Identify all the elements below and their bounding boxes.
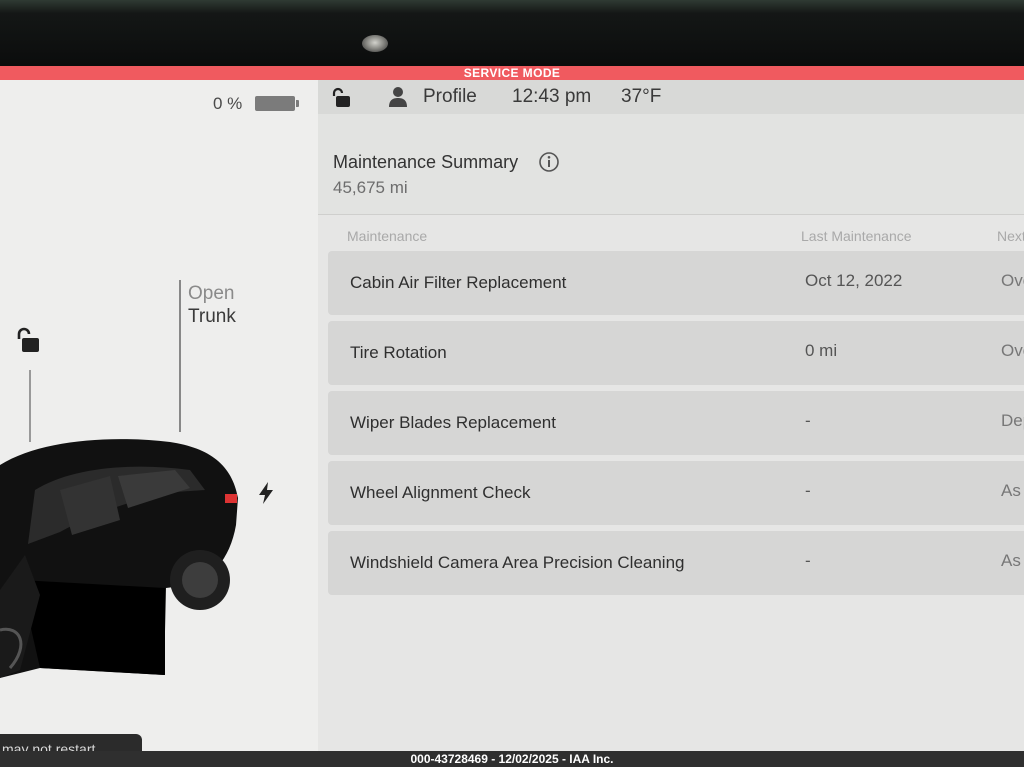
row-last-maintenance: - <box>805 551 811 570</box>
table-row[interactable]: Wheel Alignment Check - As needed <box>328 461 1024 525</box>
profile-button[interactable]: Profile <box>423 86 477 108</box>
unlocked-padlock-icon[interactable] <box>330 86 352 113</box>
row-next-maintenance: As needed <box>1001 551 1024 570</box>
screen-bezel <box>0 0 1024 66</box>
battery-icon <box>255 96 295 111</box>
service-mode-banner: SERVICE MODE <box>0 66 1024 80</box>
service-content-pane: Profile 12:43 pm 37°F Maintenance Summar… <box>318 80 1024 751</box>
clock: 12:43 pm <box>512 86 592 107</box>
battery-percent: 0 % <box>213 94 243 113</box>
row-maintenance-item: Wheel Alignment Check <box>350 483 531 502</box>
row-maintenance-item: Cabin Air Filter Replacement <box>350 273 567 292</box>
column-header-maintenance: Maintenance <box>347 228 428 244</box>
person-icon[interactable] <box>389 86 407 113</box>
row-maintenance-item: Windshield Camera Area Precision Cleanin… <box>350 553 685 572</box>
charge-port-icon[interactable] <box>258 482 274 509</box>
trunk-action-label: Open <box>188 283 235 304</box>
info-icon[interactable] <box>538 151 560 178</box>
maintenance-summary-header: Maintenance Summary 45,675 mi <box>318 114 1024 215</box>
row-next-maintenance: Overdue <box>1001 341 1024 360</box>
page-title: Maintenance Summary <box>333 152 519 172</box>
column-header-next: Next <box>997 228 1024 244</box>
battery-icon-tip <box>296 100 299 107</box>
row-last-maintenance: Oct 12, 2022 <box>805 271 903 290</box>
open-trunk-control[interactable]: Open Trunk <box>188 282 236 328</box>
auction-watermark: 000-43728469 - 12/02/2025 - IAA Inc. <box>0 751 1024 767</box>
row-next-maintenance: Overdue <box>1001 271 1024 290</box>
door-unlock-icon[interactable] <box>13 326 41 359</box>
table-row[interactable]: Windshield Camera Area Precision Cleanin… <box>328 531 1024 595</box>
status-bar: Profile 12:43 pm 37°F <box>318 80 1024 114</box>
outside-temperature: 37°F <box>621 86 662 107</box>
row-last-maintenance: - <box>805 411 811 430</box>
trunk-name-label: Trunk <box>188 306 236 327</box>
row-next-maintenance: Depends <box>1001 411 1024 430</box>
vehicle-image <box>0 420 250 690</box>
table-row[interactable]: Cabin Air Filter Replacement Oct 12, 202… <box>328 251 1024 315</box>
column-header-last-maintenance: Last Maintenance <box>801 228 912 244</box>
touchscreen: SERVICE MODE 0 % Open Trunk may not rest… <box>0 66 1024 765</box>
table-row[interactable]: Wiper Blades Replacement - Depends <box>328 391 1024 455</box>
row-maintenance-item: Wiper Blades Replacement <box>350 413 556 432</box>
row-last-maintenance: 0 mi <box>805 341 838 360</box>
car-status-pane: 0 % Open Trunk may not restart <box>0 80 318 765</box>
row-next-maintenance: As needed <box>1001 481 1024 500</box>
trunk-pointer-line <box>179 280 181 432</box>
cabin-camera <box>362 35 388 52</box>
odometer-reading: 45,675 mi <box>333 178 408 197</box>
row-last-maintenance: - <box>805 481 811 500</box>
table-row[interactable]: Tire Rotation 0 mi Overdue <box>328 321 1024 385</box>
row-maintenance-item: Tire Rotation <box>350 343 447 362</box>
